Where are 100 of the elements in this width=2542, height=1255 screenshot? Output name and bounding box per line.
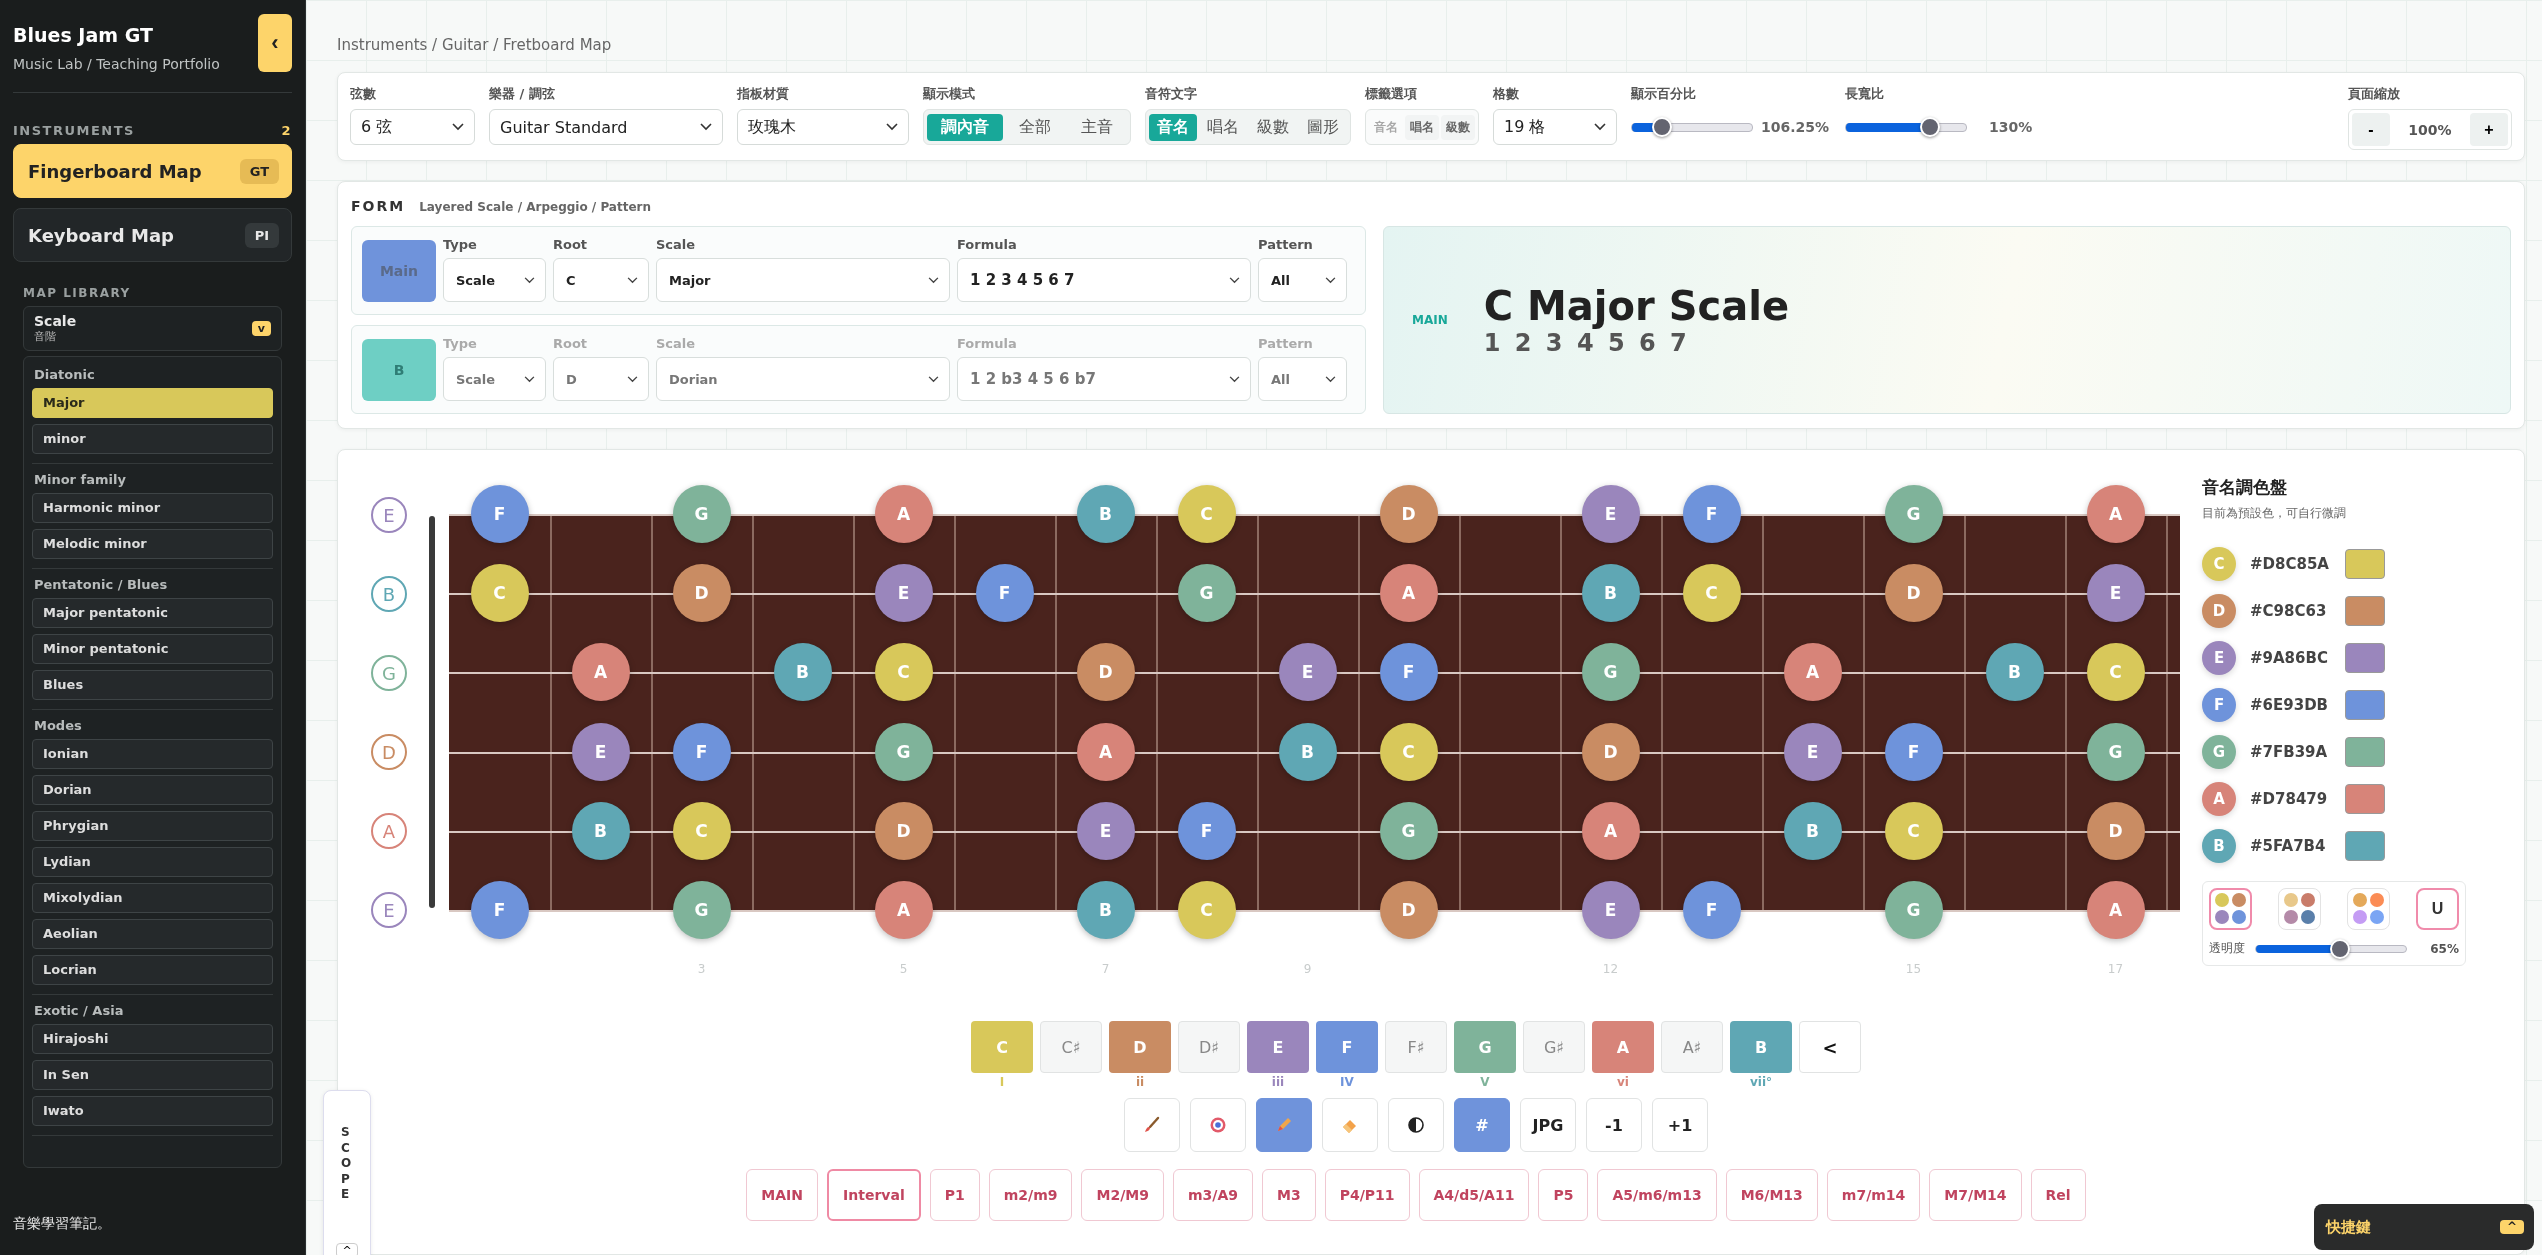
- slider-thumb[interactable]: [1920, 117, 1940, 137]
- toggle-option[interactable]: 唱名: [1405, 114, 1439, 140]
- interval-button[interactable]: MAIN: [746, 1169, 819, 1221]
- dropdown[interactable]: C: [553, 258, 649, 302]
- interval-button[interactable]: M2/M9: [1081, 1169, 1164, 1221]
- note-marker[interactable]: F: [470, 485, 529, 543]
- note-chip[interactable]: B: [1730, 1021, 1792, 1073]
- segment-option[interactable]: 調內音: [927, 113, 1003, 141]
- zoom-out-button[interactable]: -: [2352, 113, 2390, 146]
- contrast-tool-button[interactable]: [1388, 1098, 1444, 1152]
- interval-button[interactable]: Rel: [2030, 1169, 2086, 1221]
- note-marker[interactable]: G: [1884, 485, 1943, 543]
- note-marker[interactable]: E: [1581, 485, 1640, 543]
- interval-button[interactable]: M7/M14: [1929, 1169, 2022, 1221]
- note-marker[interactable]: G: [672, 485, 731, 543]
- tool-button[interactable]: -1: [1586, 1098, 1642, 1152]
- color-swatch[interactable]: [2345, 689, 2385, 720]
- dropdown[interactable]: 1 2 3 4 5 6 7: [957, 258, 1251, 302]
- interval-button[interactable]: P5: [1538, 1169, 1589, 1221]
- interval-button[interactable]: m7/m14: [1826, 1169, 1921, 1221]
- instrument-item[interactable]: Fingerboard Map GT: [13, 144, 292, 198]
- interval-button[interactable]: P4/P11: [1324, 1169, 1410, 1221]
- note-chip[interactable]: D: [1109, 1021, 1171, 1073]
- note-marker[interactable]: A: [2086, 485, 2145, 543]
- scope-tab[interactable]: SCOPE ^: [323, 1090, 371, 1255]
- library-item[interactable]: Minor pentatonic: [32, 634, 273, 664]
- interval-button[interactable]: m2/m9: [988, 1169, 1073, 1221]
- library-item[interactable]: Aeolian: [32, 919, 273, 949]
- segment-option[interactable]: 音名: [1149, 113, 1197, 141]
- dropdown[interactable]: Dorian: [656, 357, 950, 401]
- dropdown[interactable]: All: [1258, 357, 1347, 401]
- segment-option[interactable]: 級數: [1249, 113, 1297, 141]
- library-item[interactable]: Blues: [32, 670, 273, 700]
- note-chip[interactable]: F♯: [1385, 1021, 1447, 1073]
- custom-preset-button[interactable]: U: [2416, 888, 2459, 930]
- instrument-item[interactable]: Keyboard Map PI: [13, 208, 292, 262]
- library-item[interactable]: Phrygian: [32, 811, 273, 841]
- dropdown[interactable]: Scale: [443, 258, 546, 302]
- dropdown[interactable]: D: [553, 357, 649, 401]
- shortcuts-bar[interactable]: 快捷鍵 ^: [2314, 1204, 2534, 1250]
- slider-thumb[interactable]: [2330, 938, 2350, 959]
- note-chip[interactable]: A: [1592, 1021, 1654, 1073]
- color-swatch[interactable]: [2345, 783, 2385, 814]
- interval-button[interactable]: A5/m6/m13: [1597, 1169, 1717, 1221]
- layer-swatch[interactable]: Main: [362, 240, 436, 302]
- library-item[interactable]: minor: [32, 424, 273, 454]
- library-item[interactable]: Harmonic minor: [32, 493, 273, 523]
- library-item[interactable]: Mixolydian: [32, 883, 273, 913]
- library-item[interactable]: Major pentatonic: [32, 598, 273, 628]
- note-chip[interactable]: A♯: [1661, 1021, 1723, 1073]
- note-chip[interactable]: G: [1454, 1021, 1516, 1073]
- dropdown[interactable]: Major: [656, 258, 950, 302]
- color-swatch[interactable]: [2345, 595, 2385, 626]
- library-item[interactable]: Lydian: [32, 847, 273, 877]
- dropdown[interactable]: Scale: [443, 357, 546, 401]
- interval-button[interactable]: M3: [1262, 1169, 1316, 1221]
- library-item[interactable]: Ionian: [32, 739, 273, 769]
- target-tool-button[interactable]: [1190, 1098, 1246, 1152]
- note-marker[interactable]: F: [1682, 485, 1741, 543]
- color-swatch[interactable]: [2345, 736, 2385, 767]
- slider-thumb[interactable]: [1652, 117, 1672, 137]
- interval-button[interactable]: Interval: [827, 1169, 921, 1221]
- interval-button[interactable]: P1: [929, 1169, 980, 1221]
- library-item[interactable]: In Sen: [32, 1060, 273, 1090]
- note-marker[interactable]: D: [1379, 485, 1438, 543]
- color-swatch[interactable]: [2345, 642, 2385, 673]
- dropdown[interactable]: 6 弦: [350, 109, 475, 145]
- zoom-in-button[interactable]: +: [2470, 113, 2508, 146]
- interval-button[interactable]: A4/d5/A11: [1418, 1169, 1530, 1221]
- note-marker[interactable]: C: [1177, 485, 1236, 543]
- toggle-option[interactable]: 級數: [1441, 114, 1475, 140]
- tool-button[interactable]: JPG: [1520, 1098, 1576, 1152]
- interval-button[interactable]: M6/M13: [1725, 1169, 1818, 1221]
- dropdown[interactable]: 1 2 b3 4 5 6 b7: [957, 357, 1251, 401]
- dropdown[interactable]: All: [1258, 258, 1347, 302]
- note-chip[interactable]: E: [1247, 1021, 1309, 1073]
- note-marker[interactable]: A: [874, 485, 933, 543]
- layer-swatch[interactable]: B: [362, 339, 436, 401]
- interval-button[interactable]: m3/A9: [1172, 1169, 1253, 1221]
- library-item[interactable]: Major: [32, 388, 273, 418]
- note-chip[interactable]: C: [971, 1021, 1033, 1073]
- note-chip[interactable]: C♯: [1040, 1021, 1102, 1073]
- library-dropdown[interactable]: Scale 音階 v: [23, 306, 282, 351]
- segment-option[interactable]: 全部: [1005, 113, 1065, 141]
- note-marker[interactable]: B: [1076, 485, 1135, 543]
- segment-option[interactable]: 主音: [1067, 113, 1127, 141]
- dropdown[interactable]: 19 格: [1493, 109, 1617, 145]
- note-chip[interactable]: F: [1316, 1021, 1378, 1073]
- color-swatch[interactable]: [2345, 548, 2385, 579]
- library-item[interactable]: Melodic minor: [32, 529, 273, 559]
- library-item[interactable]: Locrian: [32, 955, 273, 985]
- collapse-button[interactable]: ‹: [258, 14, 292, 72]
- library-item[interactable]: Hirajoshi: [32, 1024, 273, 1054]
- back-button[interactable]: <: [1799, 1021, 1861, 1073]
- library-item[interactable]: Dorian: [32, 775, 273, 805]
- segment-option[interactable]: 唱名: [1199, 113, 1247, 141]
- tool-button[interactable]: #: [1454, 1098, 1510, 1152]
- library-item[interactable]: Iwato: [32, 1096, 273, 1126]
- dropdown[interactable]: Guitar Standard: [489, 109, 723, 145]
- preset-button[interactable]: [2209, 888, 2252, 930]
